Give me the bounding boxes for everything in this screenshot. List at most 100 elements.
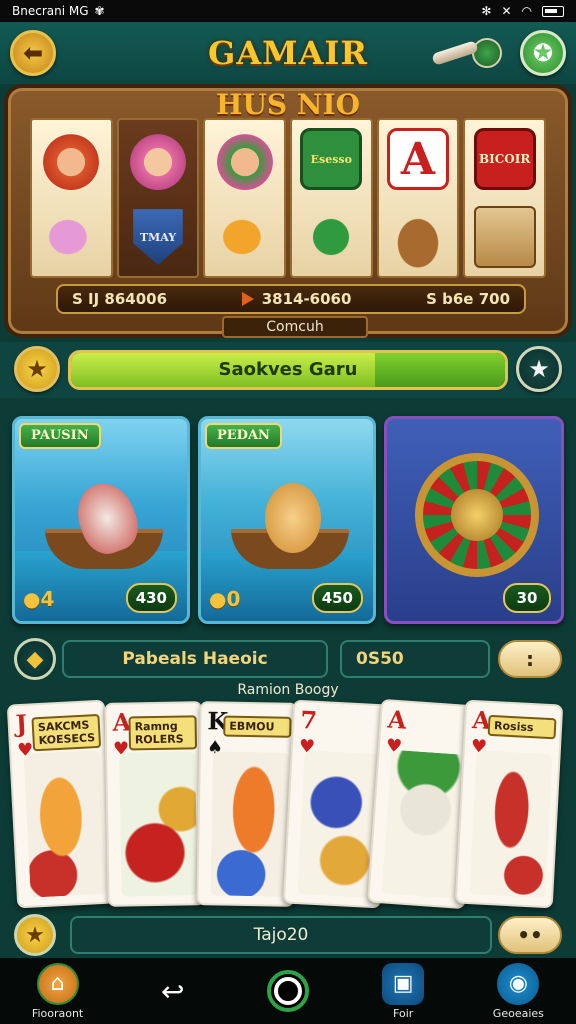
key-icon[interactable] (431, 36, 510, 70)
playing-card-1[interactable]: J ♥ SAKCMS KOESECS (6, 699, 116, 909)
red-sign-text: BICOIR (478, 152, 531, 166)
back-button[interactable]: ⬅ (10, 30, 56, 76)
game-card-boat[interactable]: PEDAN ●0 450 (198, 416, 376, 624)
mute-icon: ✕ (501, 4, 512, 18)
playing-cards: J ♥ SAKCMS KOESECS A ♥ Ramng ROLERS K ♠ … (6, 698, 568, 910)
reel-3 (203, 118, 286, 278)
nav-gallery[interactable]: ◉ Geoeaies (470, 962, 566, 1020)
gem-icon: ◆ (26, 646, 44, 672)
paytable-row: ◆ Pabeals Haeoic 0S50 : (12, 636, 564, 682)
pink-hair-symbol (126, 128, 189, 190)
star-icon: ★ (25, 922, 45, 948)
star-left-button[interactable]: ★ (14, 346, 60, 392)
drum-symbol (473, 206, 536, 268)
status-bar: Bnecrani MG ✾ ✻ ✕ ◠ (0, 0, 576, 22)
star-icon: ★ (528, 355, 550, 383)
game-card-roulette[interactable]: 30 (384, 416, 564, 624)
gem-button[interactable]: ◆ (14, 638, 56, 680)
game-score: 450 (311, 583, 363, 613)
star-icon: ★ (26, 355, 48, 383)
shield-text: TMAY (139, 230, 177, 244)
pirate-woman-symbol (40, 128, 103, 190)
coins-icon: ●0 (209, 587, 241, 611)
pirate-man-symbol (213, 128, 276, 190)
chips-art (119, 751, 198, 897)
reel-4: Esesso (289, 118, 373, 278)
more-icon: •• (517, 923, 543, 947)
nav-center[interactable] (240, 970, 336, 1012)
reel-5: A (376, 118, 460, 278)
star-right-button[interactable]: ★ (516, 346, 562, 392)
gold-fish-symbol (213, 206, 276, 268)
card-label: EBMOU (223, 715, 292, 738)
game-title: GAMAIR (208, 34, 368, 72)
camera-icon: ◉ (497, 962, 540, 1005)
paytable-label: Pabeals Haeoic (62, 640, 328, 678)
ace-text: A (400, 133, 436, 185)
game-score: 430 (125, 583, 177, 613)
coins-count: 4 (40, 587, 55, 611)
reel-1 (30, 118, 113, 278)
nav-back[interactable]: ↩ (125, 970, 221, 1012)
bottom-info-row: ★ Tajo20 •• (12, 912, 564, 958)
playing-card-2[interactable]: A ♥ Ramng ROLERS (104, 701, 206, 907)
slot-label[interactable]: Comcuh (222, 316, 368, 338)
card-rank: 7 (299, 704, 318, 735)
paytable-value: 0S50 (340, 640, 490, 678)
battery-icon (542, 5, 564, 17)
orange-fish-art (210, 751, 289, 897)
nav-gallery-label: Geoeaies (492, 1006, 544, 1020)
playing-card-3[interactable]: K ♠ EBMOU (196, 701, 298, 907)
progress-row: ★ Saokves Garu ★ (0, 342, 576, 398)
card-rank: J (14, 708, 28, 739)
back-icon: ↩ (161, 974, 185, 1008)
slot-title: HUS NIO (216, 88, 360, 121)
section-caption: Ramion Boogy (237, 682, 339, 698)
green-fish-symbol (300, 206, 363, 268)
reel-6: BICOIR (463, 118, 546, 278)
progress-label: Saokves Garu (218, 359, 358, 380)
progress-bar[interactable]: Saokves Garu (68, 350, 508, 390)
red-sign-symbol: BICOIR (473, 128, 536, 190)
game-tag: PEDAN (205, 423, 282, 449)
game-card-fishing[interactable]: PAUSIN ●4 430 (12, 416, 190, 624)
slot-reels: TMAY Esesso A BICOIR (30, 118, 546, 278)
game-score: 30 (503, 583, 551, 613)
bluetooth-icon: ✻ (481, 4, 492, 18)
basket-symbol (386, 206, 449, 268)
bottom-more-button[interactable]: •• (498, 916, 562, 954)
reel-2: TMAY (116, 118, 200, 278)
slot-machine: HUS NIO TMAY Esesso A BICOIR S IJ 864006… (4, 84, 572, 338)
back-arrow-icon: ⬅ (22, 39, 44, 67)
slot-payline: S IJ 864006 3814-6060 S b6e 700 (56, 284, 526, 314)
sheep-art (381, 749, 468, 899)
pink-fish-symbol (40, 206, 103, 268)
star-bottom-button[interactable]: ★ (14, 914, 56, 956)
more-button[interactable]: : (498, 640, 562, 678)
bottom-label: Tajo20 (70, 916, 492, 954)
game-cards: PAUSIN ●4 430 PEDAN ●0 450 30 (12, 416, 564, 626)
top-header: ⬅ GAMAIR ✪ (0, 22, 576, 84)
nav-fair[interactable]: ▣ Foir (355, 962, 451, 1020)
nav-home[interactable]: ⌂ Fiooraont (10, 962, 106, 1020)
green-sign-symbol: Esesso (300, 128, 363, 190)
fair-icon: ▣ (382, 962, 425, 1005)
coins-icon: ●4 (23, 587, 55, 611)
shield-symbol: TMAY (133, 209, 183, 265)
green-sign-text: Esesso (310, 152, 352, 166)
ace-symbol: A (386, 128, 449, 190)
home-icon: ⌂ (36, 962, 79, 1005)
favorite-star-button[interactable]: ✪ (520, 30, 566, 76)
home-circle-icon (266, 970, 309, 1012)
playing-card-6[interactable]: A ♥ Rosiss (454, 699, 564, 909)
cat-mascot (265, 483, 321, 553)
card-label: Ramng ROLERS (128, 715, 198, 751)
roulette-wheel (415, 453, 539, 577)
bottom-navigation: ⌂ Fiooraont ↩ ▣ Foir ◉ Geoeaies (0, 958, 576, 1024)
more-icon: : (526, 647, 534, 671)
pay-left: S IJ 864006 (72, 290, 168, 308)
play-icon[interactable] (241, 292, 254, 306)
goldfish-art (23, 749, 107, 898)
pay-right: S b6e 700 (426, 290, 510, 308)
card-rank: A (386, 704, 408, 735)
